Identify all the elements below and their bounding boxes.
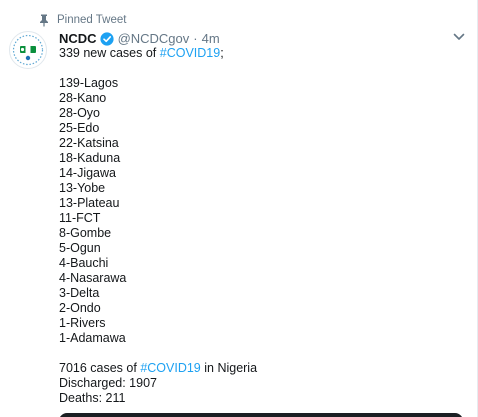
case-line: 3-Delta <box>59 286 100 300</box>
tweet-header: NCDC @NCDCgov · 4m <box>59 31 220 47</box>
case-line: 28-Oyo <box>59 106 100 120</box>
summary-suffix: in Nigeria <box>200 361 258 375</box>
tweet-timestamp[interactable]: 4m <box>202 31 220 47</box>
case-line: 4-Nasarawa <box>59 271 127 285</box>
line-break <box>59 346 459 361</box>
tweet-text: 339 new cases of #COVID19; 139-Lagos 28-… <box>59 46 459 406</box>
discharged-line: Discharged: 1907 <box>59 376 157 390</box>
separator-dot: · <box>193 31 198 46</box>
case-line: 28-Kano <box>59 91 107 105</box>
intro-suffix: ; <box>220 46 224 60</box>
pin-icon <box>38 13 50 27</box>
case-line: 2-Ondo <box>59 301 101 315</box>
ncdc-logo-icon <box>11 33 45 67</box>
tweet-intro-line: 339 new cases of #COVID19; <box>59 46 459 61</box>
case-line: 4-Bauchi <box>59 256 109 270</box>
case-line: 22-Katsina <box>59 136 119 150</box>
avatar[interactable] <box>9 31 47 69</box>
case-line: 5-Ogun <box>59 241 101 255</box>
pinned-tweet[interactable]: Pinned Tweet NCDC @NCDCgov · 4m 339 new … <box>0 0 478 417</box>
case-line: 14-Jigawa <box>59 166 116 180</box>
line-break <box>59 61 459 76</box>
hashtag-link[interactable]: #COVID19 <box>160 46 220 60</box>
case-line: 8-Gombe <box>59 226 112 240</box>
case-line: 25-Edo <box>59 121 100 135</box>
pinned-indicator: Pinned Tweet <box>38 13 126 27</box>
summary-line: 7016 cases of #COVID19 in Nigeria <box>59 361 459 376</box>
pinned-label: Pinned Tweet <box>57 14 127 26</box>
intro-text: 339 new cases of <box>59 46 160 60</box>
case-line: 1-Adamawa <box>59 331 126 345</box>
case-line: 13-Yobe <box>59 181 106 195</box>
attached-media-image[interactable] <box>59 413 463 417</box>
author-handle[interactable]: @NCDCgov <box>118 31 190 47</box>
case-line: 1-Rivers <box>59 316 106 330</box>
case-line: 18-Kaduna <box>59 151 121 165</box>
verified-badge-icon <box>99 32 114 46</box>
case-line: 139-Lagos <box>59 76 119 90</box>
deaths-line: Deaths: 211 <box>59 391 126 405</box>
summary-text: 7016 cases of <box>59 361 141 375</box>
chevron-down-icon[interactable] <box>452 30 466 44</box>
case-line: 13-Plateau <box>59 196 120 210</box>
hashtag-link[interactable]: #COVID19 <box>140 361 200 375</box>
case-line: 11-FCT <box>59 211 101 225</box>
author-name[interactable]: NCDC <box>59 31 97 47</box>
